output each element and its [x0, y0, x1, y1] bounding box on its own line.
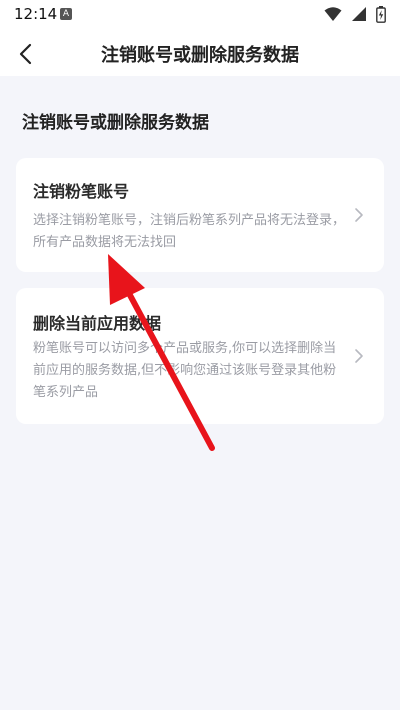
status-icons	[320, 6, 386, 24]
option-description: 选择注销粉笔账号，注销后粉笔系列产品将无法登录，所有产品数据将无法找回	[33, 213, 346, 250]
option-title: 注销粉笔账号	[33, 182, 130, 201]
status-time: 12:14	[14, 5, 58, 23]
option-title: 删除当前应用数据	[33, 314, 162, 333]
nav-bar: 注销账号或删除服务数据	[0, 30, 400, 76]
notification-a-icon: A	[60, 8, 72, 20]
signal-icon	[351, 7, 366, 21]
battery-charging-icon	[376, 6, 386, 23]
status-bar: 12:14 A	[0, 0, 400, 30]
delete-app-data-option[interactable]: 删除当前应用数据 粉笔账号可以访问多个产品或服务,你可以选择删除当前应用的服务数…	[16, 288, 384, 424]
wifi-icon	[324, 7, 342, 21]
section-title: 注销账号或删除服务数据	[22, 113, 209, 133]
chevron-right-icon	[355, 208, 363, 222]
option-description: 粉笔账号可以访问多个产品或服务,你可以选择删除当前应用的服务数据,但不影响您通过…	[33, 341, 337, 400]
chevron-right-icon	[355, 349, 363, 363]
deactivate-account-option[interactable]: 注销粉笔账号 选择注销粉笔账号，注销后粉笔系列产品将无法登录，所有产品数据将无法…	[16, 158, 384, 272]
page-title: 注销账号或删除服务数据	[101, 45, 299, 66]
